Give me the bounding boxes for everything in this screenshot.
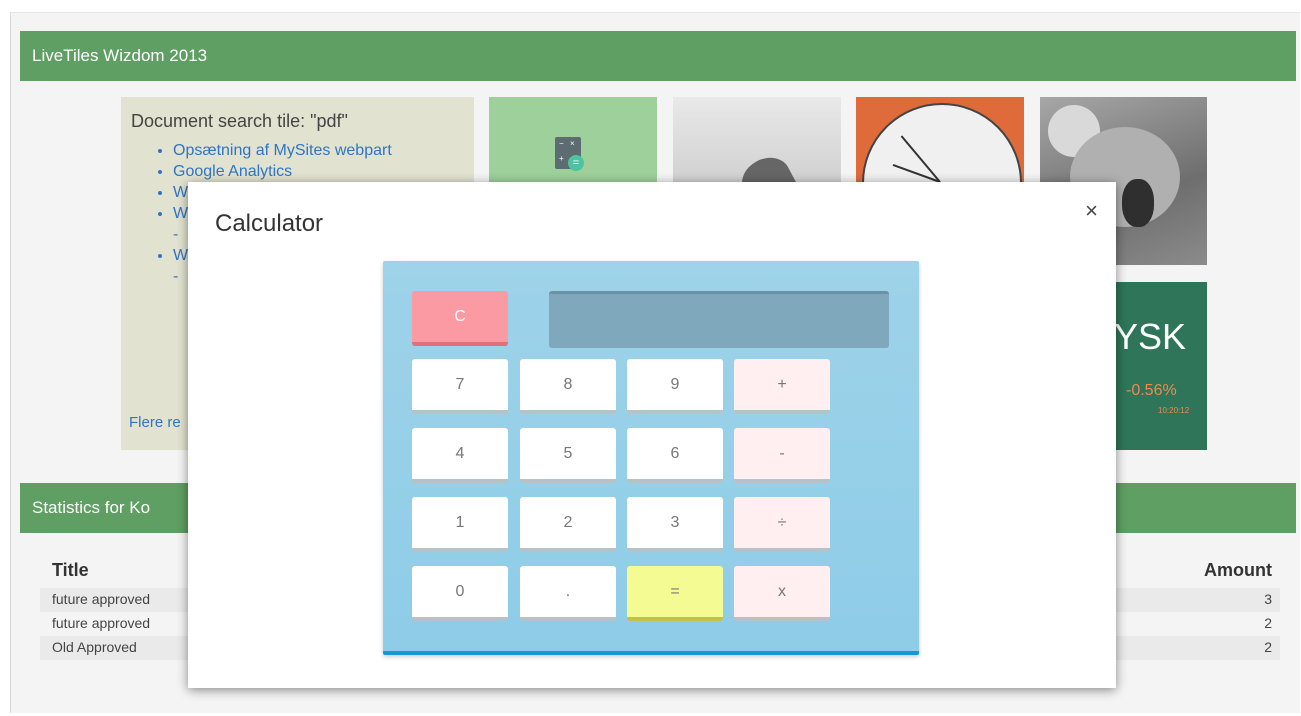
close-icon[interactable]: × <box>1085 200 1098 222</box>
equals-button[interactable]: = <box>627 566 723 621</box>
koala-nose <box>1122 179 1154 227</box>
doc-tile-title: Document search tile: "pdf" <box>131 111 348 131</box>
row-title: future approved <box>52 591 151 607</box>
calculator-display <box>549 291 889 348</box>
row-title: Old Approved <box>52 639 137 655</box>
key-7-button[interactable]: 7 <box>412 359 508 414</box>
doc-result-item[interactable]: Opsætning af MySites webpart <box>173 140 464 161</box>
more-results-link[interactable]: Flere re <box>129 414 181 431</box>
key-5-button[interactable]: 5 <box>520 428 616 483</box>
stock-time: 10:20:12 <box>1158 406 1190 415</box>
subtract-button[interactable]: - <box>734 428 830 483</box>
doc-result-item[interactable]: Google Analytics <box>173 161 464 182</box>
row-amount: 2 <box>1264 615 1272 631</box>
decimal-button[interactable]: . <box>520 566 616 621</box>
key-4-button[interactable]: 4 <box>412 428 508 483</box>
key-3-button[interactable]: 3 <box>627 497 723 552</box>
section-title: LiveTiles Wizdom 2013 <box>32 46 208 65</box>
key-1-button[interactable]: 1 <box>412 497 508 552</box>
section-header-livetiles: LiveTiles Wizdom 2013 <box>20 31 1296 81</box>
key-9-button[interactable]: 9 <box>627 359 723 414</box>
calculator-icon-minus: − <box>559 139 564 148</box>
divide-button[interactable]: ÷ <box>734 497 830 552</box>
calculator-icon-plus: + <box>559 154 564 163</box>
stock-change: -0.56% <box>1126 382 1177 399</box>
add-button[interactable]: + <box>734 359 830 414</box>
key-2-button[interactable]: 2 <box>520 497 616 552</box>
calculator: C 7 8 9 + 4 5 6 - 1 2 3 ÷ 0 . = x <box>383 261 919 655</box>
key-6-button[interactable]: 6 <box>627 428 723 483</box>
row-amount: 3 <box>1264 591 1272 607</box>
key-8-button[interactable]: 8 <box>520 359 616 414</box>
calculator-dialog: Calculator × C 7 8 9 + 4 5 6 - 1 2 3 ÷ 0… <box>188 182 1116 688</box>
row-amount: 2 <box>1264 639 1272 655</box>
row-title: future approved <box>52 615 151 631</box>
calculator-icon-equals: = <box>568 155 584 171</box>
stock-symbol: YSK <box>1114 316 1187 357</box>
column-header-title: Title <box>52 560 89 580</box>
dialog-title: Calculator <box>215 210 324 237</box>
calculator-icon-times: × <box>570 139 575 148</box>
key-0-button[interactable]: 0 <box>412 566 508 621</box>
clear-button[interactable]: C <box>412 291 508 346</box>
column-header-amount: Amount <box>1204 560 1272 580</box>
section-title: Statistics for Ko <box>32 498 151 517</box>
multiply-button[interactable]: x <box>734 566 830 621</box>
